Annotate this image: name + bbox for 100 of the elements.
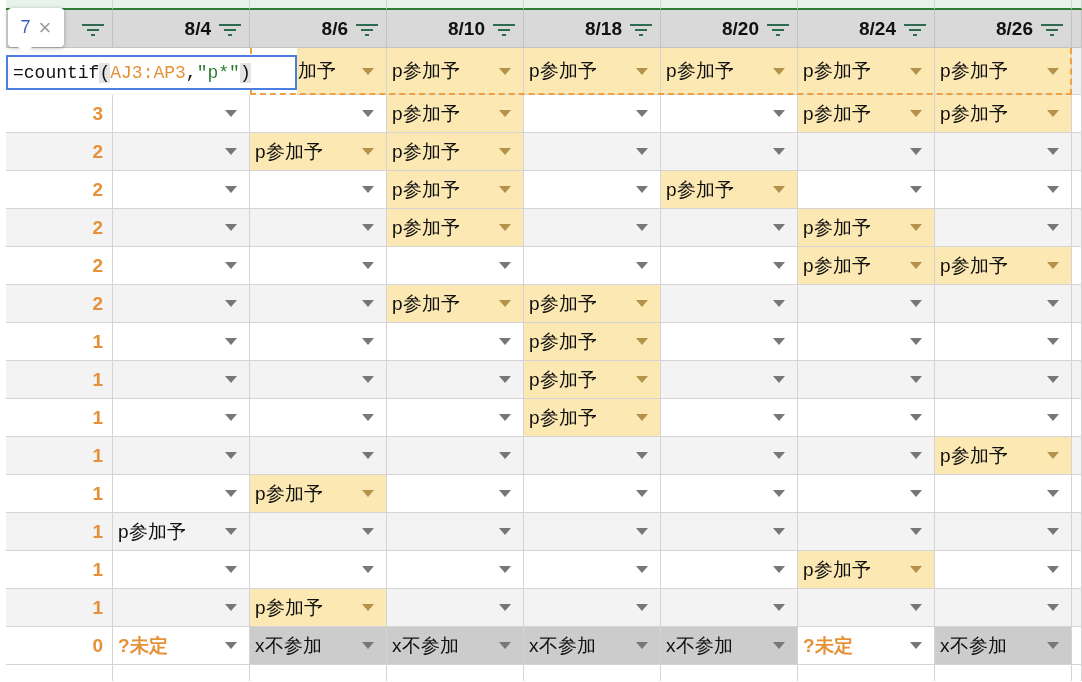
dropdown-cell[interactable]: p参加予 xyxy=(524,399,661,437)
dropdown-cell[interactable]: p参加予 xyxy=(524,323,661,361)
dropdown-cell[interactable]: p参加予 xyxy=(387,285,524,323)
dropdown-cell[interactable] xyxy=(113,361,250,399)
dropdown-cell[interactable] xyxy=(250,551,387,589)
dropdown-cell[interactable]: p参加予 xyxy=(250,475,387,513)
dropdown-cell[interactable] xyxy=(387,323,524,361)
dropdown-cell[interactable] xyxy=(798,589,935,627)
dropdown-cell[interactable] xyxy=(935,209,1072,247)
filter-icon[interactable] xyxy=(356,23,378,36)
dropdown-cell[interactable] xyxy=(661,475,798,513)
dropdown-cell[interactable]: p参加予 xyxy=(798,551,935,589)
dropdown-cell[interactable] xyxy=(935,551,1072,589)
dropdown-cell[interactable] xyxy=(113,171,250,209)
dropdown-cell[interactable] xyxy=(798,399,935,437)
dropdown-cell[interactable] xyxy=(798,323,935,361)
dropdown-cell[interactable] xyxy=(935,285,1072,323)
dropdown-cell[interactable] xyxy=(250,323,387,361)
dropdown-cell[interactable]: p参加予 xyxy=(524,48,661,95)
dropdown-cell[interactable]: p参加予 xyxy=(661,48,798,95)
dropdown-cell[interactable] xyxy=(250,513,387,551)
dropdown-cell[interactable]: p参加予 xyxy=(387,95,524,133)
dropdown-cell[interactable] xyxy=(524,551,661,589)
dropdown-cell[interactable]: x不参加 xyxy=(387,627,524,665)
dropdown-cell[interactable] xyxy=(661,399,798,437)
dropdown-cell[interactable] xyxy=(661,513,798,551)
dropdown-cell[interactable] xyxy=(250,437,387,475)
dropdown-cell[interactable] xyxy=(935,475,1072,513)
dropdown-cell[interactable]: p参加予 xyxy=(524,361,661,399)
dropdown-cell[interactable] xyxy=(250,95,387,133)
dropdown-cell[interactable] xyxy=(524,133,661,171)
dropdown-cell[interactable] xyxy=(661,247,798,285)
dropdown-cell[interactable]: p参加予 xyxy=(661,171,798,209)
dropdown-cell[interactable] xyxy=(524,475,661,513)
dropdown-cell[interactable] xyxy=(113,475,250,513)
dropdown-cell[interactable] xyxy=(798,475,935,513)
dropdown-cell[interactable]: p参加予 xyxy=(387,48,524,95)
dropdown-cell[interactable] xyxy=(250,247,387,285)
filter-icon[interactable] xyxy=(493,23,515,36)
filter-icon[interactable] xyxy=(904,23,926,36)
dropdown-cell[interactable] xyxy=(661,133,798,171)
dropdown-cell[interactable] xyxy=(935,323,1072,361)
dropdown-cell[interactable]: p参加予 xyxy=(387,209,524,247)
dropdown-cell[interactable]: p参加予 xyxy=(935,437,1072,475)
dropdown-cell[interactable] xyxy=(250,209,387,247)
dropdown-cell[interactable] xyxy=(798,437,935,475)
filter-icon[interactable] xyxy=(219,23,241,36)
dropdown-cell[interactable] xyxy=(387,399,524,437)
dropdown-cell[interactable]: p参加予 xyxy=(798,95,935,133)
dropdown-cell[interactable] xyxy=(935,133,1072,171)
filter-icon[interactable] xyxy=(767,23,789,36)
dropdown-cell[interactable] xyxy=(935,361,1072,399)
dropdown-cell[interactable] xyxy=(113,95,250,133)
dropdown-cell[interactable] xyxy=(935,171,1072,209)
dropdown-cell[interactable]: x不参加 xyxy=(250,627,387,665)
dropdown-cell[interactable]: p参加予 xyxy=(524,285,661,323)
dropdown-cell[interactable] xyxy=(661,551,798,589)
dropdown-cell[interactable] xyxy=(250,399,387,437)
dropdown-cell[interactable] xyxy=(113,285,250,323)
dropdown-cell[interactable] xyxy=(113,133,250,171)
dropdown-cell[interactable] xyxy=(935,399,1072,437)
dropdown-cell[interactable] xyxy=(250,361,387,399)
dropdown-cell[interactable] xyxy=(387,551,524,589)
dropdown-cell[interactable] xyxy=(798,171,935,209)
dropdown-cell[interactable] xyxy=(250,171,387,209)
dropdown-cell[interactable] xyxy=(113,589,250,627)
dropdown-cell[interactable] xyxy=(387,437,524,475)
dropdown-cell[interactable] xyxy=(524,437,661,475)
dropdown-cell[interactable] xyxy=(661,209,798,247)
dropdown-cell[interactable] xyxy=(387,247,524,285)
dropdown-cell[interactable]: x不参加 xyxy=(661,627,798,665)
dropdown-cell[interactable]: p参加予 xyxy=(387,133,524,171)
dropdown-cell[interactable] xyxy=(524,513,661,551)
dropdown-cell[interactable]: x不参加 xyxy=(524,627,661,665)
dropdown-cell[interactable]: p参加予 xyxy=(935,247,1072,285)
dropdown-cell[interactable] xyxy=(113,209,250,247)
dropdown-cell[interactable] xyxy=(935,513,1072,551)
dropdown-cell[interactable] xyxy=(798,285,935,323)
formula-field[interactable]: =countif(AJ3:AP3,"p*") xyxy=(6,55,297,90)
dropdown-cell[interactable] xyxy=(798,361,935,399)
dropdown-cell[interactable] xyxy=(935,589,1072,627)
filter-icon[interactable] xyxy=(82,23,104,36)
dropdown-cell[interactable] xyxy=(387,361,524,399)
dropdown-cell[interactable] xyxy=(387,513,524,551)
dropdown-cell[interactable] xyxy=(661,589,798,627)
dropdown-cell[interactable] xyxy=(113,323,250,361)
dropdown-cell[interactable] xyxy=(113,247,250,285)
dropdown-cell[interactable]: 加予 xyxy=(297,48,387,95)
dropdown-cell[interactable] xyxy=(524,171,661,209)
dropdown-cell[interactable] xyxy=(113,399,250,437)
dropdown-cell[interactable]: p参加予 xyxy=(113,513,250,551)
dropdown-cell[interactable] xyxy=(387,475,524,513)
dropdown-cell[interactable] xyxy=(661,285,798,323)
dropdown-cell[interactable]: p参加予 xyxy=(250,133,387,171)
dropdown-cell[interactable] xyxy=(798,513,935,551)
dropdown-cell[interactable] xyxy=(661,437,798,475)
dropdown-cell[interactable]: p参加予 xyxy=(798,48,935,95)
dropdown-cell[interactable]: p参加予 xyxy=(798,209,935,247)
dropdown-cell[interactable]: p参加予 xyxy=(387,171,524,209)
dropdown-cell[interactable]: p参加予 xyxy=(935,95,1072,133)
